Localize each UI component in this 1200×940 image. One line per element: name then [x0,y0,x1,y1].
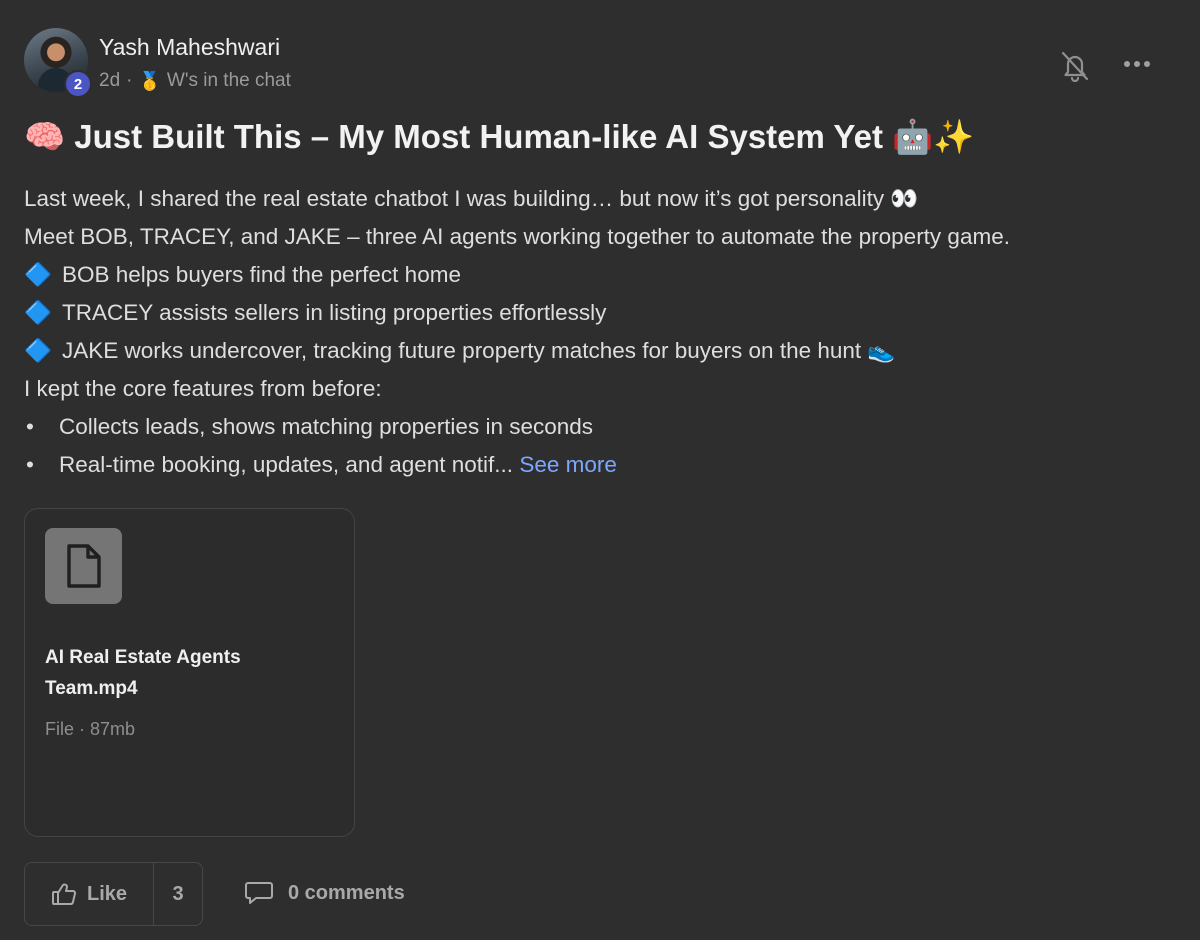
file-name-line: Team.mp4 [45,678,138,699]
blue-diamond-icon: 🔷 [24,300,53,325]
post-title-text: Just Built This – My Most Human-like AI … [74,118,883,155]
brain-icon: 🧠 [24,118,66,155]
see-more-link[interactable]: See more [519,452,617,477]
like-button[interactable]: Like [25,863,154,925]
medal-icon: 🥇 [138,70,161,91]
body-line: Meet BOB, TRACEY, and JAKE – three AI ag… [24,221,1174,259]
thumbs-up-icon [52,883,77,905]
body-line-text: Real-time booking, updates, and agent no… [59,452,514,477]
file-attachment[interactable]: AI Real Estate Agents Team.mp4 File · 87… [24,508,355,837]
author-name[interactable]: Yash Maheshwari [99,34,280,61]
body-line-text: JAKE works undercover, tracking future p… [62,338,896,363]
body-line-text: I kept the core features from before: [24,376,382,401]
bell-icon[interactable] [1060,50,1090,83]
body-line-text: BOB helps buyers find the perfect home [62,262,461,287]
document-icon [66,544,101,588]
post-body: Last week, I shared the real estate chat… [24,183,1174,487]
post-category[interactable]: W's in the chat [167,70,291,92]
like-count[interactable]: 3 [154,863,202,925]
body-line-text: Collects leads, shows matching propertie… [59,414,594,439]
bullet-marker: • [26,414,34,439]
like-label: Like [87,882,128,905]
body-line: Last week, I shared the real estate chat… [24,183,1174,221]
comments-label: 0 comments [288,881,405,904]
post-meta: 2d · 🥇 W's in the chat [99,70,291,92]
file-thumbnail[interactable] [45,528,122,604]
agent-line: 🔷 TRACEY assists sellers in listing prope… [24,297,1174,335]
post-time: 2d [99,70,121,91]
bullet-marker: • [26,452,34,477]
file-name[interactable]: AI Real Estate Agents Team.mp4 [45,642,325,704]
avatar-container[interactable]: 2 [24,28,92,98]
level-badge: 2 [64,70,92,98]
bullet-line: • Collects leads, shows matching properti… [24,411,1174,449]
bullet-line: • Real-time booking, updates, and agent n… [24,449,1174,487]
agent-line: 🔷 BOB helps buyers find the perfect home [24,259,1174,297]
post-title: 🧠 Just Built This – My Most Human-like A… [24,118,974,157]
body-line-text: Last week, I shared the real estate chat… [24,186,919,211]
blue-diamond-icon: 🔷 [24,262,53,287]
file-name-line: AI Real Estate Agents [45,647,241,668]
comments-button[interactable]: 0 comments [244,880,405,906]
body-line-text: TRACEY assists sellers in listing proper… [62,300,607,325]
body-line: I kept the core features from before: [24,373,1174,411]
meta-separator: · [126,70,133,91]
more-icon[interactable] [1120,52,1154,76]
body-line-text: Meet BOB, TRACEY, and JAKE – three AI ag… [24,224,1010,249]
post-card: 2 Yash Maheshwari 2d · 🥇 W's in the chat… [0,0,1200,940]
robot-sparkles-icon: 🤖✨ [892,118,975,155]
comment-icon [245,882,273,904]
like-group: Like 3 [24,862,203,926]
agent-line: 🔷 JAKE works undercover, tracking future … [24,335,1174,373]
blue-diamond-icon: 🔷 [24,338,53,363]
file-meta: File · 87mb [45,719,136,739]
